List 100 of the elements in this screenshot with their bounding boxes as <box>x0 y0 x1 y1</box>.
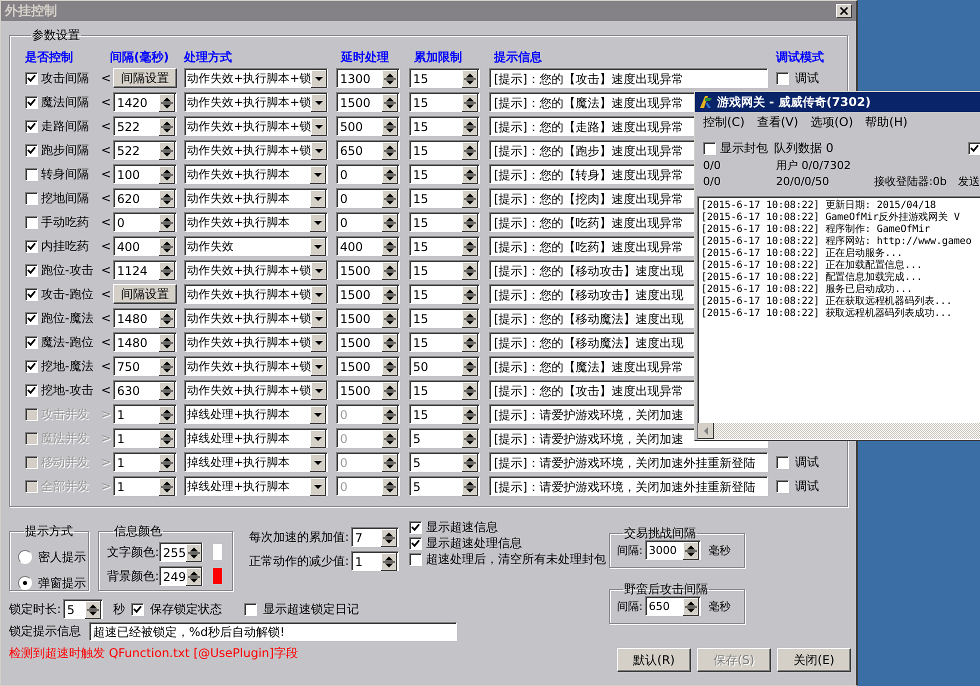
spin-buttons[interactable] <box>159 310 175 328</box>
action-dropdown[interactable]: 动作失效+执行脚本 <box>184 164 328 184</box>
action-dropdown[interactable]: 动作失效+执行脚本 <box>184 212 328 232</box>
spin-buttons[interactable] <box>159 142 175 160</box>
delay-spin-field[interactable]: 1500 <box>336 356 400 376</box>
checkbox[interactable] <box>409 520 422 534</box>
interval-spin-field[interactable]: 650 <box>644 596 701 616</box>
menu-item[interactable]: 帮助(H) <box>865 114 908 130</box>
checkbox[interactable] <box>25 264 38 278</box>
limit-spin-field[interactable]: 15 <box>409 260 480 280</box>
delay-spin-field[interactable]: 650 <box>336 140 400 160</box>
delay-spin-field[interactable]: 0 <box>336 188 400 208</box>
spin-buttons[interactable] <box>382 334 398 352</box>
spin-buttons[interactable] <box>159 238 175 256</box>
spin-buttons[interactable] <box>159 190 175 208</box>
spin-buttons[interactable] <box>382 70 398 88</box>
interval-spin-field[interactable]: 0 <box>113 212 177 232</box>
spin-buttons[interactable] <box>382 118 398 136</box>
spin-buttons[interactable] <box>382 454 398 472</box>
checkbox[interactable] <box>25 168 38 182</box>
action-dropdown[interactable]: 动作失效+执行脚本 <box>184 188 328 208</box>
interval-spin-field[interactable]: 1480 <box>113 332 177 352</box>
lock-message-field[interactable]: 超速已经被锁定，%d秒后自动解锁! <box>89 622 457 640</box>
spin-buttons[interactable] <box>462 382 478 400</box>
limit-spin-field[interactable]: 15 <box>409 236 480 256</box>
spin-buttons[interactable] <box>159 406 175 424</box>
action-dropdown[interactable]: 动作失效+执行脚本+锁 <box>184 356 328 376</box>
checkbox[interactable] <box>25 192 38 206</box>
checkbox[interactable] <box>409 536 422 550</box>
interval-settings-button[interactable]: 间隔设置 <box>113 284 177 304</box>
value-spin-field[interactable]: 7 <box>351 527 400 547</box>
spin-buttons[interactable] <box>159 454 175 472</box>
checkbox[interactable] <box>25 144 38 158</box>
interval-spin-field[interactable]: 400 <box>113 236 177 256</box>
interval-spin-field[interactable]: 620 <box>113 188 177 208</box>
checkbox[interactable] <box>25 288 38 302</box>
spin-buttons[interactable] <box>382 406 398 424</box>
checkbox[interactable] <box>968 142 980 156</box>
action-dropdown[interactable]: 动作失效+执行脚本+锁 <box>184 140 328 160</box>
spin-buttons[interactable] <box>382 478 398 496</box>
delay-spin-field[interactable]: 1300 <box>336 68 400 88</box>
spin-buttons[interactable] <box>382 166 398 184</box>
interval-spin-field[interactable]: 522 <box>113 140 177 160</box>
checkbox[interactable] <box>703 142 716 154</box>
tip-message-field[interactable]: [提示]：您的【攻击】速度出现异常 <box>489 68 768 88</box>
spin-buttons[interactable] <box>682 598 699 616</box>
checkbox[interactable] <box>25 312 38 326</box>
lock-duration-spin-field[interactable]: 5 <box>63 599 104 619</box>
spin-buttons[interactable] <box>382 190 398 208</box>
action-dropdown[interactable]: 动作失效+执行脚本+锁 <box>184 380 328 400</box>
left-arrow-icon[interactable] <box>698 423 714 439</box>
spin-buttons[interactable] <box>382 310 398 328</box>
spin-buttons[interactable] <box>159 382 175 400</box>
spin-buttons[interactable] <box>159 214 175 232</box>
spin-buttons[interactable] <box>159 118 175 136</box>
checkbox[interactable] <box>244 602 258 616</box>
spin-buttons[interactable] <box>462 310 478 328</box>
delay-spin-field[interactable]: 1500 <box>336 332 400 352</box>
spin-buttons[interactable] <box>462 142 478 160</box>
delay-spin-field[interactable]: 1500 <box>336 308 400 328</box>
spin-buttons[interactable] <box>381 552 398 570</box>
spin-buttons[interactable] <box>462 214 478 232</box>
limit-spin-field[interactable]: 15 <box>409 188 480 208</box>
menu-item[interactable]: 选项(O) <box>810 114 854 130</box>
interval-spin-field[interactable]: 3000 <box>644 540 701 560</box>
spin-buttons[interactable] <box>159 94 175 112</box>
spin-buttons[interactable] <box>462 94 478 112</box>
action-dropdown[interactable]: 动作失效+执行脚本+锁 <box>184 308 328 328</box>
spin-buttons[interactable] <box>462 478 478 496</box>
dialog-button[interactable]: 关闭(E) <box>777 648 851 672</box>
spin-buttons[interactable] <box>159 334 175 352</box>
limit-spin-field[interactable]: 15 <box>409 308 480 328</box>
spin-buttons[interactable] <box>462 358 478 376</box>
interval-spin-field[interactable]: 1480 <box>113 308 177 328</box>
radio-button[interactable] <box>18 550 32 564</box>
interval-settings-button[interactable]: 间隔设置 <box>113 68 177 88</box>
checkbox[interactable] <box>131 602 144 616</box>
action-dropdown[interactable]: 动作失效+执行脚本+锁 <box>184 284 328 304</box>
checkbox[interactable] <box>25 216 38 230</box>
close-button[interactable] <box>836 4 852 18</box>
checkbox[interactable] <box>25 384 38 398</box>
limit-spin-field[interactable]: 15 <box>409 116 480 136</box>
checkbox[interactable] <box>25 336 38 350</box>
action-dropdown[interactable]: 动作失效+执行脚本+锁 <box>184 92 328 112</box>
spin-buttons[interactable] <box>85 600 102 618</box>
spin-buttons[interactable] <box>462 166 478 184</box>
limit-spin-field[interactable]: 15 <box>409 140 480 160</box>
checkbox[interactable] <box>25 240 38 254</box>
spin-buttons[interactable] <box>159 478 175 496</box>
checkbox[interactable] <box>25 96 38 110</box>
limit-spin-field[interactable]: 50 <box>409 356 480 376</box>
delay-spin-field[interactable]: 1500 <box>336 284 400 304</box>
action-dropdown[interactable]: 动作失效 <box>184 236 328 256</box>
color-spin-field[interactable]: 249 <box>159 566 204 586</box>
spin-buttons[interactable] <box>186 568 202 586</box>
spin-buttons[interactable] <box>462 262 478 280</box>
spin-buttons[interactable] <box>381 528 398 546</box>
spin-buttons[interactable] <box>159 430 175 448</box>
action-dropdown[interactable]: 动作失效+执行脚本+锁 <box>184 68 328 88</box>
limit-spin-field[interactable]: 15 <box>409 92 480 112</box>
